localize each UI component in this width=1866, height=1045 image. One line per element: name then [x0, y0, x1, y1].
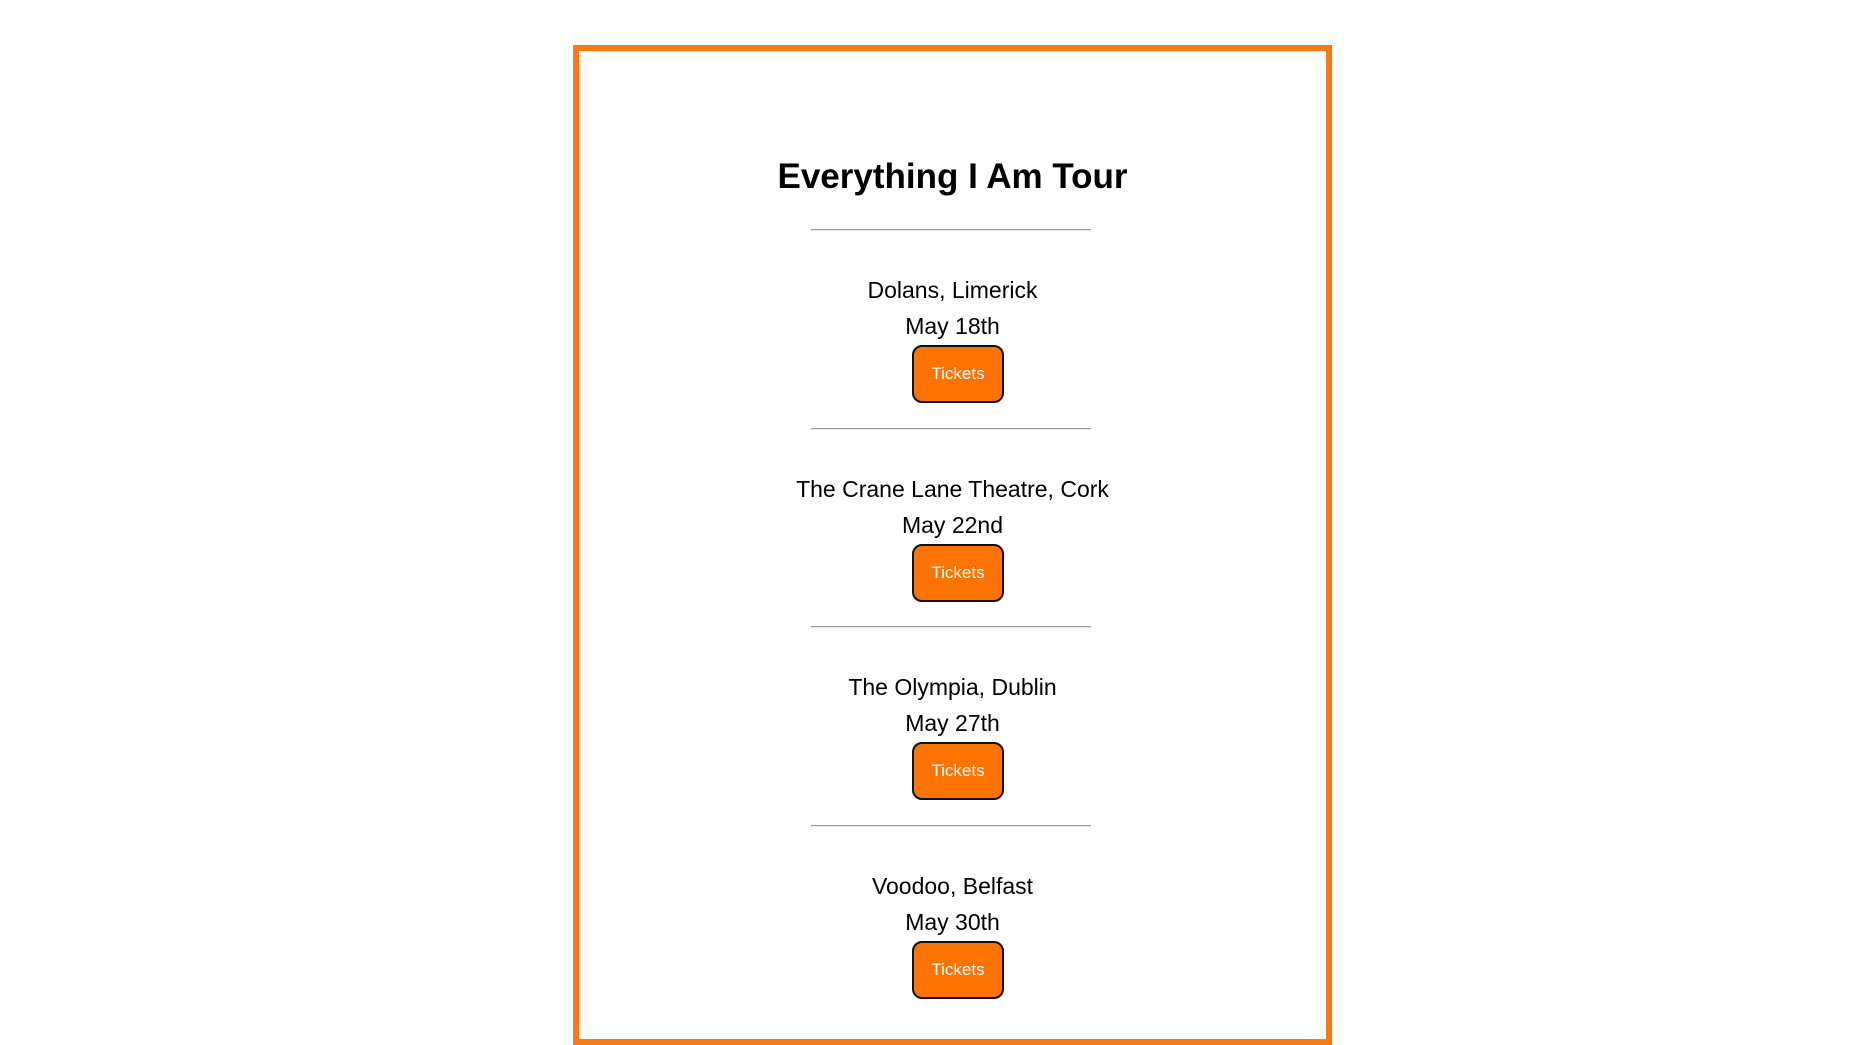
tour-card: Everything I Am Tour Dolans, Limerick Ma… — [573, 45, 1332, 1045]
event-venue: Voodoo, Belfast — [871, 873, 1034, 899]
page-title: Everything I Am Tour — [777, 157, 1128, 196]
divider — [811, 626, 1091, 628]
event-date: May 18th — [905, 313, 1000, 339]
event-venue: The Olympia, Dublin — [848, 674, 1057, 700]
divider — [811, 428, 1091, 430]
tickets-button[interactable]: Tickets — [912, 544, 1004, 602]
event-venue: The Crane Lane Theatre, Cork — [796, 476, 1109, 502]
event-date: May 27th — [905, 710, 1000, 736]
divider — [811, 229, 1091, 231]
tickets-button[interactable]: Tickets — [912, 345, 1004, 403]
tickets-button[interactable]: Tickets — [912, 941, 1004, 999]
divider — [811, 825, 1091, 827]
event-venue: Dolans, Limerick — [867, 277, 1038, 303]
event-date: May 22nd — [901, 512, 1003, 538]
event-date: May 30th — [905, 909, 1000, 935]
tickets-button[interactable]: Tickets — [912, 742, 1004, 800]
